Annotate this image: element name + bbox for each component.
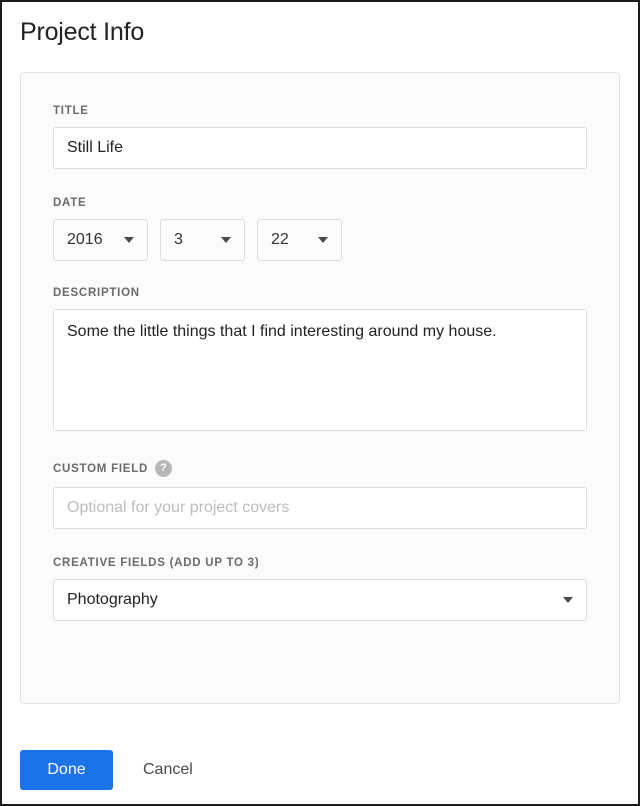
- creative-fields-value: Photography: [67, 591, 158, 608]
- date-label: DATE: [53, 197, 587, 209]
- description-field-group: DESCRIPTION: [53, 287, 587, 436]
- creative-fields-group: CREATIVE FIELDS (ADD UP TO 3) Photograph…: [53, 557, 587, 621]
- date-label-text: DATE: [53, 197, 87, 209]
- custom-field-input[interactable]: [53, 487, 587, 529]
- project-info-window: Project Info TITLE DATE 2016: [0, 0, 640, 806]
- month-select[interactable]: 3: [160, 219, 245, 261]
- done-button[interactable]: Done: [20, 750, 113, 790]
- custom-field-label-text: CUSTOM FIELD: [53, 462, 149, 475]
- date-field-group: DATE 2016 3 22: [53, 197, 587, 261]
- date-selects-row: 2016 3 22: [53, 219, 587, 261]
- cancel-button[interactable]: Cancel: [127, 750, 209, 790]
- day-value: 22: [271, 231, 289, 248]
- title-input[interactable]: [53, 127, 587, 169]
- custom-field-group: CUSTOM FIELD ?: [53, 460, 587, 529]
- year-value: 2016: [67, 231, 103, 248]
- card-content: TITLE DATE 2016 3: [21, 73, 619, 653]
- chevron-down-icon: [221, 237, 231, 243]
- custom-field-label: CUSTOM FIELD ?: [53, 460, 587, 477]
- chevron-down-icon: [124, 237, 134, 243]
- title-label: TITLE: [53, 105, 587, 117]
- description-label-text: DESCRIPTION: [53, 287, 140, 299]
- question-mark-icon[interactable]: ?: [155, 460, 173, 477]
- day-select[interactable]: 22: [257, 219, 342, 261]
- title-field-group: TITLE: [53, 105, 587, 169]
- description-label: DESCRIPTION: [53, 287, 587, 299]
- creative-fields-select[interactable]: Photography: [53, 579, 587, 621]
- footer-actions: Done Cancel: [20, 750, 209, 790]
- description-textarea[interactable]: [53, 309, 587, 431]
- month-value: 3: [174, 231, 183, 248]
- year-select[interactable]: 2016: [53, 219, 148, 261]
- creative-fields-label: CREATIVE FIELDS (ADD UP TO 3): [53, 557, 587, 569]
- page-title: Project Info: [20, 18, 145, 46]
- creative-fields-label-text: CREATIVE FIELDS (ADD UP TO 3): [53, 557, 260, 569]
- project-info-card: TITLE DATE 2016 3: [20, 72, 620, 704]
- chevron-down-icon: [563, 597, 573, 603]
- chevron-down-icon: [318, 237, 328, 243]
- title-label-text: TITLE: [53, 105, 89, 117]
